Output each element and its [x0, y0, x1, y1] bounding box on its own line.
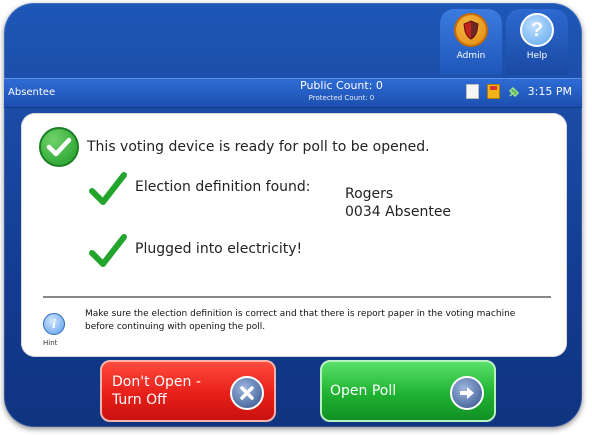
check-icon	[89, 234, 127, 267]
hint-label: Hint	[43, 339, 58, 347]
help-tab[interactable]: ? Help	[506, 9, 568, 75]
check-icon	[89, 172, 127, 205]
counts: Public Count: 0 Protected Count: 0	[300, 80, 383, 104]
clock: 3:15 PM	[527, 85, 572, 98]
info-icon[interactable]: i	[43, 313, 65, 335]
public-count: Public Count: 0	[300, 79, 383, 92]
mode-label: Absentee	[8, 87, 56, 98]
plug-icon	[508, 86, 520, 98]
help-icon: ?	[520, 13, 554, 47]
dont-open-button[interactable]: Don't Open - Turn Off	[100, 360, 276, 422]
shield-icon	[454, 13, 488, 47]
ready-message-row: This voting device is ready for poll to …	[39, 127, 430, 167]
help-label: Help	[526, 51, 548, 61]
admin-label: Admin	[456, 51, 486, 61]
status-bar: Absentee Public Count: 0 Protected Count…	[4, 78, 582, 108]
dont-open-label: Don't Open - Turn Off	[112, 374, 201, 408]
election-name: Rogers	[345, 186, 394, 202]
top-tabs: Admin ? Help	[440, 9, 568, 75]
protected-count: Protected Count: 0	[308, 94, 375, 102]
status-icons: 3:15 PM	[465, 84, 572, 99]
divider	[43, 296, 551, 298]
election-detail: 0034 Absentee	[345, 204, 452, 220]
voting-device-frame: Admin ? Help Absentee Public Count: 0 Pr…	[4, 3, 582, 427]
document-icon[interactable]	[465, 84, 479, 99]
hint-text: Make sure the election definition is cor…	[85, 309, 516, 332]
floppy-icon[interactable]	[486, 84, 500, 99]
ready-message: This voting device is ready for poll to …	[87, 139, 430, 155]
x-icon	[230, 376, 264, 410]
election-definition-value: Rogers 0034 Absentee	[345, 185, 451, 221]
election-definition-label: Election definition found:	[135, 179, 311, 195]
main-panel: This voting device is ready for poll to …	[21, 113, 567, 357]
election-definition-row: Election definition found:	[89, 171, 311, 207]
open-poll-button[interactable]: Open Poll	[320, 360, 496, 422]
admin-tab[interactable]: Admin	[440, 9, 502, 75]
open-poll-label: Open Poll	[330, 383, 397, 399]
electricity-row: Plugged into electricity!	[89, 233, 302, 269]
check-circle-icon	[39, 127, 79, 167]
electricity-label: Plugged into electricity!	[135, 241, 303, 257]
arrow-right-icon	[450, 376, 484, 410]
